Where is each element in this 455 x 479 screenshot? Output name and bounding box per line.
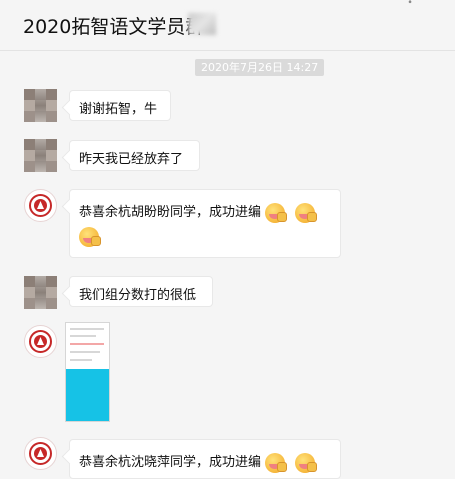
- applause-emoji-icon: [265, 452, 288, 473]
- applause-emoji-icon: [295, 452, 318, 473]
- applause-emoji-icon: [265, 202, 288, 223]
- chat-title: 2020拓智语文学员群: [23, 16, 205, 38]
- message-text: 昨天我已经放弃了: [79, 152, 184, 167]
- message-bubble[interactable]: 谢谢拓智，牛: [69, 90, 171, 121]
- image-message[interactable]: [65, 322, 110, 422]
- pin-icon[interactable]: ✣: [405, 0, 415, 6]
- message-text: 恭喜余杭胡盼盼同学，成功进编: [79, 205, 262, 220]
- message-text: 我们组分数打的很低: [79, 288, 197, 303]
- chat-header: 2020拓智语文学员群 ✣: [0, 0, 455, 48]
- message-bubble[interactable]: 昨天我已经放弃了: [69, 140, 200, 171]
- avatar[interactable]: [24, 325, 57, 358]
- image-line: [70, 351, 100, 353]
- image-line: [70, 328, 104, 330]
- avatar[interactable]: [24, 89, 57, 122]
- message-text: 谢谢拓智，牛: [79, 102, 158, 117]
- message-bubble[interactable]: 恭喜余杭胡盼盼同学，成功进编: [69, 189, 341, 258]
- image-line: [70, 335, 96, 337]
- image-line: [70, 359, 92, 361]
- avatar[interactable]: [24, 189, 57, 222]
- avatar[interactable]: [24, 276, 57, 309]
- message-bubble[interactable]: 我们组分数打的很低: [69, 276, 213, 307]
- header-divider: [0, 50, 455, 51]
- applause-emoji-icon: [79, 226, 101, 247]
- message-bubble[interactable]: 恭喜余杭沈晓萍同学，成功进编: [69, 439, 341, 479]
- title-redaction: [188, 13, 216, 35]
- avatar[interactable]: [24, 437, 57, 470]
- avatar[interactable]: [24, 139, 57, 172]
- image-line: [70, 343, 104, 345]
- applause-emoji-icon: [295, 202, 318, 223]
- timestamp: 2020年7月26日 14:27: [195, 59, 325, 76]
- message-text: 恭喜余杭沈晓萍同学，成功进编: [79, 455, 262, 470]
- image-document: [66, 323, 109, 369]
